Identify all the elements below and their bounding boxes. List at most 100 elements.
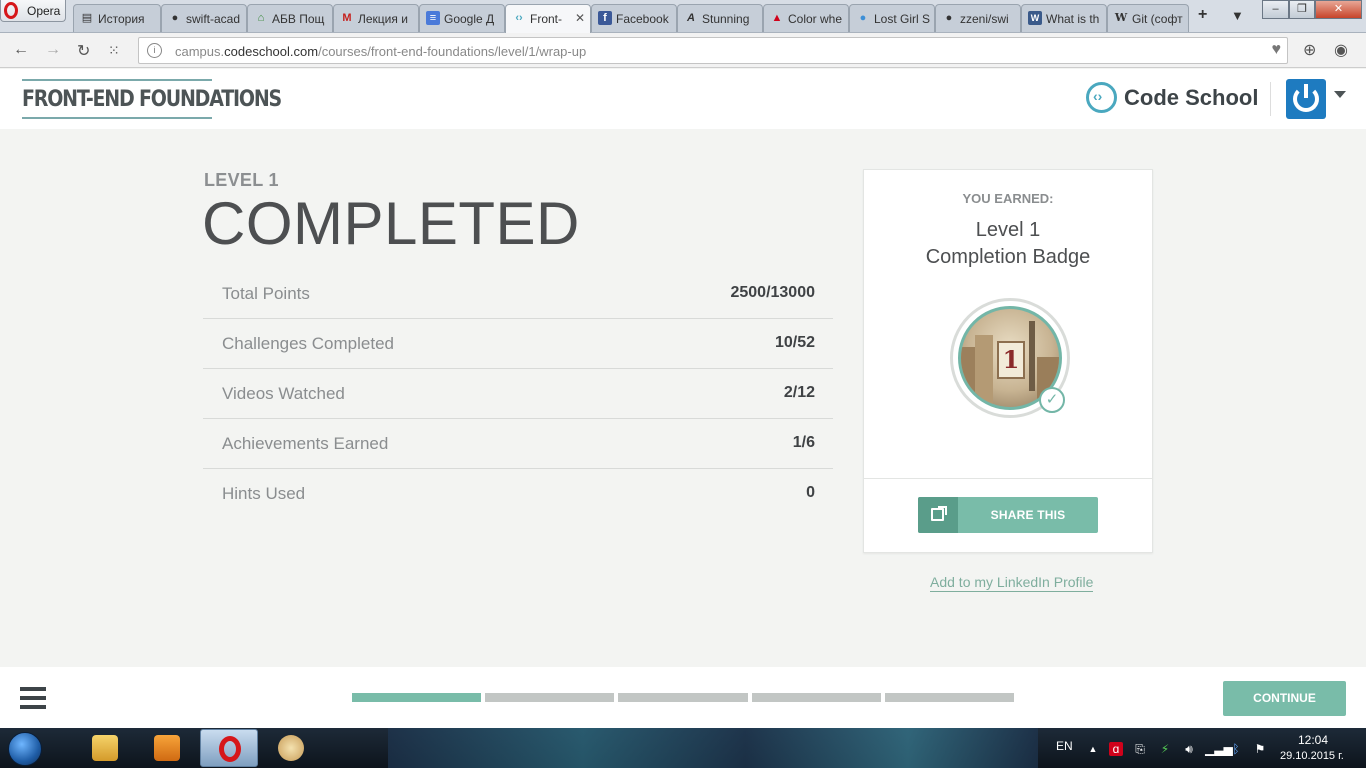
clock-time[interactable]: 12:04 [1298,733,1328,747]
wikipedia-icon: W [1114,11,1128,24]
stat-label: Achievements Earned [222,434,389,453]
opera-logo-icon [4,2,18,19]
course-logo[interactable]: FRONT-END FOUNDATIONS [22,79,282,119]
awwwards-icon: A [687,12,695,24]
github-icon: ● [945,12,953,24]
checkmark-icon: ✓ [1039,387,1065,413]
chevron-down-icon[interactable] [1334,91,1346,98]
header-divider [1270,82,1271,116]
stat-row-videos: Videos Watched 2/12 [203,369,833,419]
stat-label: Videos Watched [222,384,345,403]
hamburger-menu-icon[interactable] [20,687,46,709]
new-tab-icon[interactable]: + [1198,6,1207,24]
history-icon: ▤ [81,12,93,24]
network-tray-icon[interactable]: ⚡ [1158,742,1172,756]
stats-table: Total Points 2500/13000 Challenges Compl… [203,269,833,519]
download-icon[interactable]: ⊕ [1303,40,1316,60]
close-window-icon[interactable]: ✕ [1315,0,1362,19]
stat-row-challenges: Challenges Completed 10/52 [203,319,833,369]
minimize-icon[interactable]: – [1262,0,1289,19]
bookmark-heart-icon[interactable]: ♥ [1272,41,1282,59]
stat-row-hints: Hints Used 0 [203,469,833,519]
media-player-icon [154,735,180,761]
you-earned-label: YOU EARNED: [962,191,1054,206]
tab-swift-academy[interactable]: ● swift-acad [161,4,247,32]
tab-menu-icon[interactable]: ▼ [1231,8,1244,23]
home-icon: ⌂ [257,12,265,24]
stat-label: Total Points [222,284,310,303]
course-footer: CONTINUE [0,667,1366,728]
linkedin-link[interactable]: Add to my LinkedIn Profile [930,574,1094,592]
tab-front-end-foundations[interactable]: ‹› Front- ✕ [505,4,591,33]
speed-dial-icon[interactable]: ⁙ [108,42,120,59]
user-menu-button[interactable] [1286,79,1326,119]
volume-icon[interactable]: 🔊︎ [1182,742,1196,756]
gmail-icon: M [342,12,352,24]
stat-row-total-points: Total Points 2500/13000 [203,269,833,319]
stat-value: 0 [806,484,815,501]
google-docs-icon: ≡ [426,11,440,25]
paint-palette-icon [278,735,304,761]
progress-segment [751,693,881,702]
tab-lost-girl[interactable]: ● Lost Girl S [849,4,935,32]
clock-date[interactable]: 29.10.2015 г. [1280,750,1344,762]
bluetooth-icon[interactable]: ᛒ [1229,742,1243,756]
level-progress-bar [352,693,1014,702]
reload-icon[interactable]: ↻ [77,41,90,61]
adobe-tray-icon[interactable]: ɑ [1109,742,1123,756]
stat-label: Challenges Completed [222,334,394,353]
share-icon [918,497,958,533]
page-title: COMPLETED [202,190,580,257]
stat-value: 2500/13000 [730,284,815,301]
tab-color-wheel[interactable]: ▲ Color whe [763,4,849,32]
forward-icon[interactable]: → [45,41,61,59]
stat-value: 2/12 [783,384,815,401]
show-hidden-icons-icon[interactable]: ▲ [1086,742,1100,756]
facebook-icon: f [598,11,612,25]
site-info-icon[interactable]: i [147,43,162,58]
w3schools-icon: W [1028,11,1042,25]
opera-icon [219,736,241,762]
tab-zzeni-github[interactable]: ● zzeni/swi [935,4,1021,32]
tab-w3schools[interactable]: W What is th [1021,4,1107,32]
account-icon[interactable]: ◉ [1334,40,1348,60]
language-indicator[interactable]: EN [1056,739,1073,753]
progress-segment [618,693,748,702]
progress-segment [485,693,615,702]
badge-number: 1 [997,341,1025,379]
site-header: FRONT-END FOUNDATIONS ‹› Code School [0,69,1366,129]
tab-wikipedia-git[interactable]: W Git (софт [1107,4,1189,32]
badge-name: Level 1 Completion Badge [925,219,1091,268]
signal-icon[interactable]: ▁▃▅ [1205,742,1233,756]
progress-segment [884,693,1014,702]
tab-facebook[interactable]: f Facebook [591,4,677,32]
media-player-taskbar-item[interactable] [138,729,196,767]
tab-stunning[interactable]: A Stunning [677,4,763,32]
url-field[interactable]: i campus.codeschool.com/courses/front-en… [138,37,1288,64]
opera-menu-button[interactable]: Opera [0,0,66,22]
start-button-icon[interactable] [8,732,42,766]
share-button[interactable]: SHARE THIS [918,497,1098,533]
tab-history[interactable]: ▤ История [73,4,161,32]
explorer-taskbar-item[interactable] [76,729,134,767]
progress-segment-complete [352,693,482,702]
droplet-icon: ● [859,12,867,24]
tab-gmail-lecture[interactable]: M Лекция и [333,4,419,32]
github-icon: ● [171,12,179,24]
back-icon[interactable]: ← [13,41,29,59]
paint-taskbar-item[interactable] [262,729,320,767]
close-tab-icon[interactable]: ✕ [575,11,585,25]
maximize-icon[interactable]: ❐ [1289,0,1315,19]
badge-card: YOU EARNED: Level 1 Completion Badge 1 ✓… [863,169,1153,553]
badge-image: 1 ✓ [950,298,1070,418]
tab-google-docs[interactable]: ≡ Google Д [419,4,505,32]
address-bar: ← → ↻ ⁙ i campus.codeschool.com/courses/… [0,33,1366,68]
stat-row-achievements: Achievements Earned 1/6 [203,419,833,469]
code-school-logo[interactable]: ‹› Code School [1086,82,1266,114]
continue-button[interactable]: CONTINUE [1223,681,1346,716]
tab-abv-mail[interactable]: ⌂ АБВ Пощ [247,4,333,32]
opera-taskbar-item[interactable] [200,729,258,767]
stat-value: 10/52 [774,334,815,351]
usb-tray-icon[interactable]: ⎘ [1133,742,1147,756]
action-center-icon[interactable]: ⚑ [1253,742,1267,756]
